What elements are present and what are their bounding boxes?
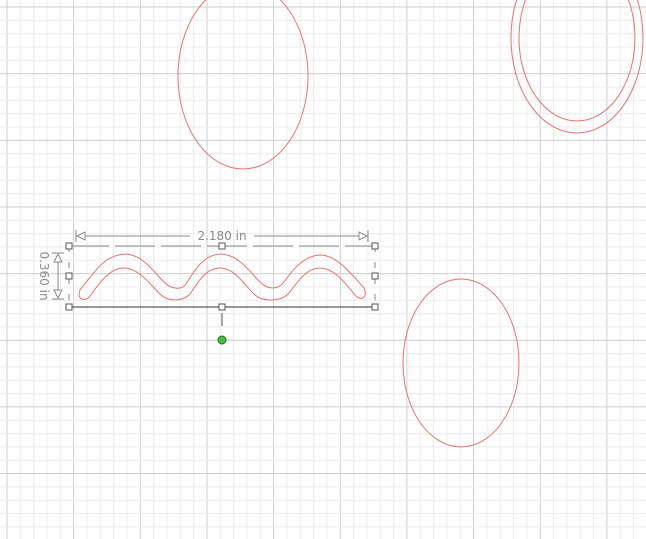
wave-shape-selected[interactable]: [78, 253, 366, 301]
selection-box: [68, 245, 376, 308]
width-dimension: 2.180 in: [75, 229, 369, 243]
ellipse-shape-top[interactable]: [177, 0, 309, 170]
design-canvas[interactable]: 2.180 in 0.360 in: [0, 0, 646, 539]
handle-top-left[interactable]: [65, 242, 73, 250]
handle-bottom-center[interactable]: [218, 303, 226, 311]
handle-middle-right[interactable]: [371, 272, 379, 280]
rotate-handle-icon[interactable]: [217, 335, 227, 345]
height-label: 0.360 in: [37, 251, 51, 300]
handle-bottom-left[interactable]: [65, 303, 73, 311]
rotate-handle[interactable]: [217, 313, 227, 345]
width-label: 2.180 in: [197, 229, 246, 243]
handle-middle-left[interactable]: [65, 272, 73, 280]
handle-bottom-right[interactable]: [371, 303, 379, 311]
handle-top-right[interactable]: [371, 242, 379, 250]
handle-top-center[interactable]: [218, 242, 226, 250]
